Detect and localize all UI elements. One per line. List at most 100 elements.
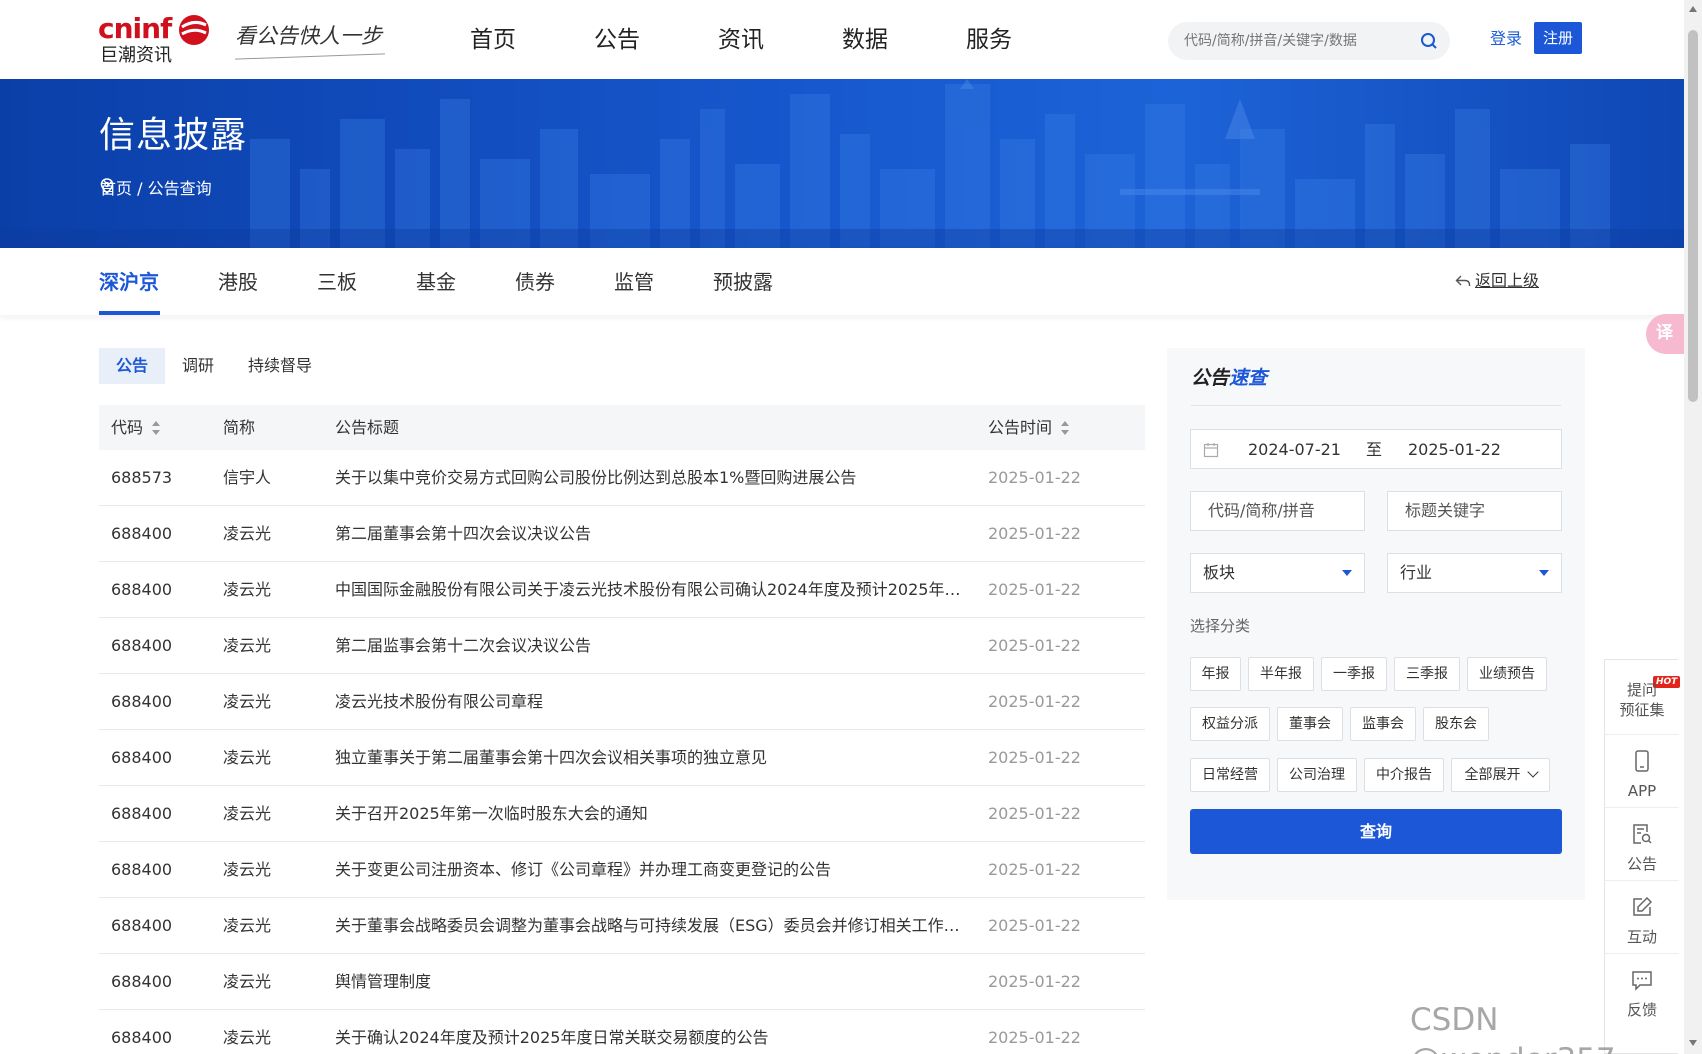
keyword-input[interactable]: 标题关键字 <box>1387 491 1562 531</box>
table-row[interactable]: 688400 凌云光 关于召开2025年第一次临时股东大会的通知 2025-01-22 <box>99 786 1145 842</box>
industry-select[interactable]: 行业 <box>1387 553 1562 593</box>
header-time[interactable]: 公告时间 <box>988 417 1070 439</box>
scroll-thumb[interactable] <box>1688 30 1698 402</box>
row-title[interactable]: 第二届董事会第十四次会议决议公告 <box>335 523 965 545</box>
sidebar-item-app[interactable]: APP <box>1605 735 1679 808</box>
code-input[interactable]: 代码/简称/拼音 <box>1190 491 1365 531</box>
sidebar-item-interaction[interactable]: 互动 <box>1605 881 1679 954</box>
row-title[interactable]: 中国国际金融股份有限公司关于凌云光技术股份有限公司确认2024年度及预计2025… <box>335 579 965 601</box>
login-link[interactable]: 登录 <box>1490 28 1522 50</box>
header-code[interactable]: 代码 <box>111 417 161 439</box>
search-icon[interactable] <box>1420 32 1438 50</box>
sort-icon[interactable] <box>151 420 161 436</box>
chip-earnings-forecast[interactable]: 业绩预告 <box>1467 657 1547 691</box>
row-title[interactable]: 关于召开2025年第一次临时股东大会的通知 <box>335 803 965 825</box>
chip-dividend[interactable]: 权益分派 <box>1190 707 1270 741</box>
chip-semi-annual[interactable]: 半年报 <box>1248 657 1314 691</box>
expand-all-label: 全部展开 <box>1464 767 1521 783</box>
tab-regulation[interactable]: 监管 <box>614 268 654 296</box>
sort-icon[interactable] <box>1060 420 1070 436</box>
tab-pre-disclosure[interactable]: 预披露 <box>713 268 773 296</box>
row-name: 凌云光 <box>223 972 272 991</box>
table-row[interactable]: 688400 凌云光 第二届董事会第十四次会议决议公告 2025-01-22 <box>99 506 1145 562</box>
row-title[interactable]: 关于变更公司注册资本、修订《公司章程》并办理工商变更登记的公告 <box>335 859 965 881</box>
table-row[interactable]: 688400 凌云光 关于董事会战略委员会调整为董事会战略与可持续发展（ESG）委员… <box>99 898 1145 954</box>
sidebar-item-label: 提问 预征集 <box>1619 681 1665 719</box>
row-title[interactable]: 凌云光技术股份有限公司章程 <box>335 691 965 713</box>
chip-shareholders-meeting[interactable]: 股东会 <box>1423 707 1489 741</box>
scroll-up-arrow-icon[interactable] <box>1689 6 1697 12</box>
watermark: CSDN @wonder357 <box>1410 1002 1616 1054</box>
breadcrumb[interactable]: 首页 / 公告查询 <box>100 178 212 200</box>
nav-data[interactable]: 数据 <box>842 22 966 58</box>
header-title: 公告标题 <box>335 417 399 439</box>
chevron-down-icon <box>1526 766 1539 778</box>
tab-shenhujing[interactable]: 深沪京 <box>99 268 159 296</box>
slogan: 看公告快人一步 <box>235 24 382 48</box>
nav-services[interactable]: 服务 <box>966 22 1090 58</box>
row-name: 凌云光 <box>223 804 272 823</box>
board-select-label: 板块 <box>1203 563 1236 582</box>
sidebar-item-question-collection[interactable]: HOT 提问 预征集 <box>1605 660 1681 735</box>
query-button[interactable]: 查询 <box>1190 809 1562 854</box>
chip-board-of-directors[interactable]: 董事会 <box>1277 707 1343 741</box>
industry-select-label: 行业 <box>1400 563 1433 582</box>
table-row[interactable]: 688400 凌云光 关于确认2024年度及预计2025年度日常关联交易额度的公告 2… <box>99 1010 1145 1054</box>
subtab-announcements[interactable]: 公告 <box>99 348 166 384</box>
caret-down-icon <box>1342 570 1352 576</box>
table-row[interactable]: 688400 凌云光 关于变更公司注册资本、修订《公司章程》并办理工商变更登记的公告… <box>99 842 1145 898</box>
chip-supervisory-board[interactable]: 监事会 <box>1350 707 1416 741</box>
row-time: 2025-01-22 <box>988 804 1081 823</box>
table-row[interactable]: 688400 凌云光 舆情管理制度 2025-01-22 <box>99 954 1145 1010</box>
register-button[interactable]: 注册 <box>1534 22 1582 54</box>
row-name: 凌云光 <box>223 748 272 767</box>
page-scrollbar[interactable] <box>1684 0 1702 1054</box>
row-code: 688400 <box>111 636 173 655</box>
subtab-supervision[interactable]: 持续督导 <box>231 348 329 384</box>
sidebar-item-announcements[interactable]: 公告 <box>1605 808 1679 881</box>
table-row[interactable]: 688400 凌云光 第二届监事会第十二次会议决议公告 2025-01-22 <box>99 618 1145 674</box>
document-search-icon <box>1633 824 1652 844</box>
row-title[interactable]: 舆情管理制度 <box>335 971 965 993</box>
row-title[interactable]: 第二届监事会第十二次会议决议公告 <box>335 635 965 657</box>
tab-bonds[interactable]: 债券 <box>515 268 555 296</box>
back-link[interactable]: 返回上级 <box>1455 270 1539 292</box>
row-title[interactable]: 关于确认2024年度及预计2025年度日常关联交易额度的公告 <box>335 1027 965 1049</box>
table-row[interactable]: 688573 信宇人 关于以集中竞价交易方式回购公司股份比例达到总股本1%暨回购进展… <box>99 450 1145 506</box>
chip-annual-report[interactable]: 年报 <box>1190 657 1241 691</box>
chip-q1[interactable]: 一季报 <box>1321 657 1387 691</box>
row-time: 2025-01-22 <box>988 692 1081 711</box>
tab-hk-stocks[interactable]: 港股 <box>218 268 258 296</box>
search-input[interactable] <box>1184 22 1404 60</box>
row-title[interactable]: 关于董事会战略委员会调整为董事会战略与可持续发展（ESG）委员会并修订相关工作细… <box>335 915 965 937</box>
row-code: 688400 <box>111 860 173 879</box>
tab-funds[interactable]: 基金 <box>416 268 456 296</box>
table-row[interactable]: 688400 凌云光 凌云光技术股份有限公司章程 2025-01-22 <box>99 674 1145 730</box>
date-to[interactable]: 2025-01-22 <box>1408 439 1501 461</box>
cninfo-logo[interactable]: cninf 巨潮资讯 <box>98 13 213 66</box>
active-tab-indicator <box>99 311 160 315</box>
subtab-research[interactable]: 调研 <box>165 348 231 384</box>
nav-home[interactable]: 首页 <box>470 22 594 58</box>
table-row[interactable]: 688400 凌云光 中国国际金融股份有限公司关于凌云光技术股份有限公司确认2024… <box>99 562 1145 618</box>
translate-float-button[interactable]: 译 <box>1646 314 1686 354</box>
table-row[interactable]: 688400 凌云光 独立董事关于第二届董事会第十四次会议相关事项的独立意见 2025… <box>99 730 1145 786</box>
nav-announcements[interactable]: 公告 <box>594 22 718 58</box>
board-select[interactable]: 板块 <box>1190 553 1365 593</box>
chip-intermediary-report[interactable]: 中介报告 <box>1364 758 1444 792</box>
date-separator: 至 <box>1366 440 1383 459</box>
date-range-picker[interactable]: 2024-07-21 至 2025-01-22 <box>1190 429 1562 469</box>
row-title[interactable]: 独立董事关于第二届董事会第十四次会议相关事项的独立意见 <box>335 747 965 769</box>
header-name: 简称 <box>223 417 255 439</box>
date-from[interactable]: 2024-07-21 <box>1248 439 1341 461</box>
row-name: 凌云光 <box>223 1028 272 1047</box>
chip-expand-all[interactable]: 全部展开 <box>1451 758 1550 792</box>
row-time: 2025-01-22 <box>988 972 1081 991</box>
row-name: 凌云光 <box>223 860 272 879</box>
nav-news[interactable]: 资讯 <box>718 22 842 58</box>
row-title[interactable]: 关于以集中竞价交易方式回购公司股份比例达到总股本1%暨回购进展公告 <box>335 467 965 489</box>
chip-daily-operations[interactable]: 日常经营 <box>1190 758 1270 792</box>
chip-q3[interactable]: 三季报 <box>1394 657 1460 691</box>
tab-third-board[interactable]: 三板 <box>317 268 357 296</box>
chip-corporate-governance[interactable]: 公司治理 <box>1277 758 1357 792</box>
